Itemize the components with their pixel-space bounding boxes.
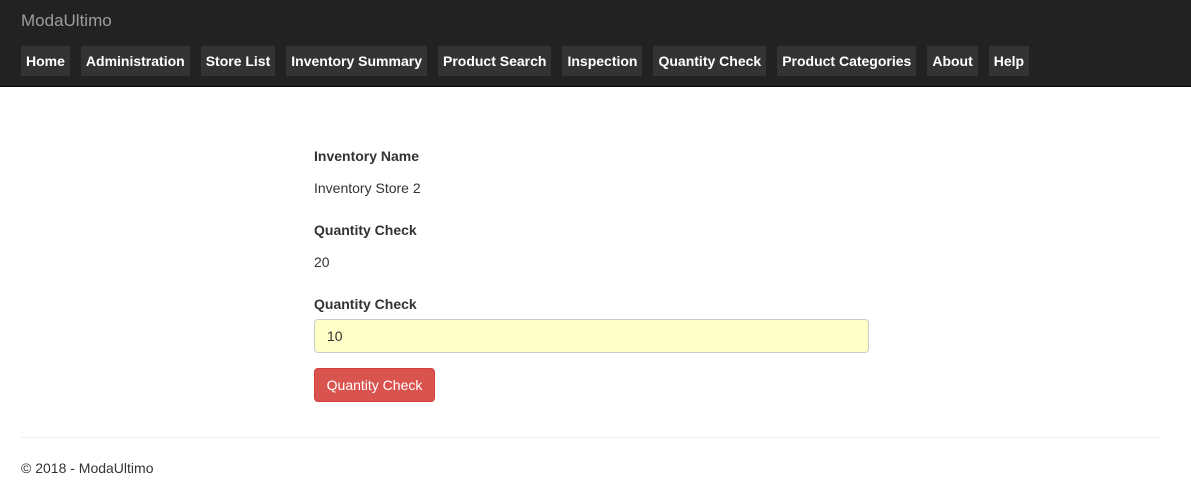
nav-item-inventory-summary[interactable]: Inventory Summary (286, 46, 427, 76)
nav-item-inspection[interactable]: Inspection (562, 46, 643, 76)
nav-item-home[interactable]: Home (21, 46, 70, 76)
nav-item-product-categories[interactable]: Product Categories (777, 46, 917, 76)
inventory-name-label: Inventory Name (314, 148, 420, 164)
inventory-name-value: Inventory Store 2 (314, 180, 421, 196)
navbar: ModaUltimo Home Administration Store Lis… (0, 0, 1191, 87)
footer-divider (21, 437, 1160, 438)
quantity-input[interactable] (314, 319, 869, 353)
nav-item-about[interactable]: About (927, 46, 978, 76)
quantity-check-value: 20 (314, 254, 330, 270)
nav-item-administration[interactable]: Administration (80, 46, 190, 76)
footer-copyright: © 2018 - ModaUltimo (21, 460, 154, 476)
quantity-check-label: Quantity Check (314, 222, 417, 238)
quantity-input-label: Quantity Check (314, 296, 417, 312)
main-nav: Home Administration Store List Inventory… (21, 46, 1030, 76)
quantity-check-button[interactable]: Quantity Check (314, 368, 435, 402)
nav-item-product-search[interactable]: Product Search (437, 46, 552, 76)
nav-item-quantity-check[interactable]: Quantity Check (653, 46, 767, 76)
nav-item-store-list[interactable]: Store List (200, 46, 276, 76)
nav-item-help[interactable]: Help (988, 46, 1030, 76)
brand-link[interactable]: ModaUltimo (21, 11, 112, 31)
